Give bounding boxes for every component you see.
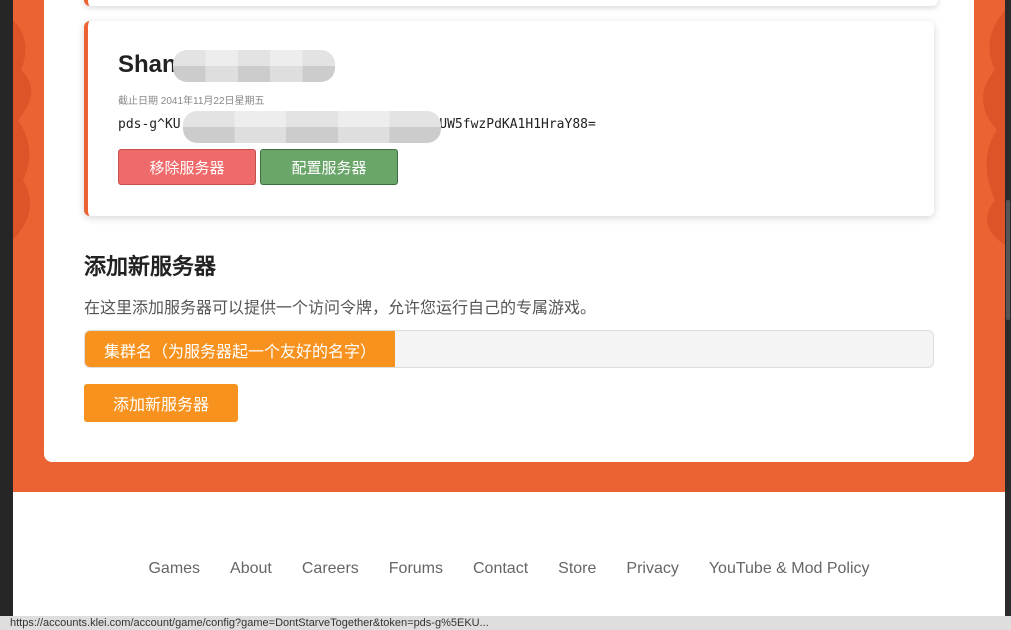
status-bar-url: https://accounts.klei.com/account/game/c… [0,616,1011,630]
add-server-button[interactable]: 添加新服务器 [84,384,238,422]
footer-link-contact[interactable]: Contact [473,560,528,578]
footer-link-careers[interactable]: Careers [302,560,359,578]
remove-server-button[interactable]: 移除服务器 [118,149,256,185]
previous-server-card [84,0,938,6]
redacted-server-name [173,50,335,82]
token-start: pds-g^KU [118,117,181,132]
add-server-description: 在这里添加服务器可以提供一个访问令牌，允许您运行自己的专属游戏。 [84,300,597,317]
footer-link-forums[interactable]: Forums [389,560,443,578]
redacted-token [183,111,441,143]
server-card: Shan 截止日期 2041年11月22日星期五 pds-g^KU mhUW5fw… [84,21,934,216]
token-end: mhUW5fwzPdKA1H1HraY88= [423,117,596,132]
add-server-title: 添加新服务器 [84,254,217,279]
footer-nav: Games About Careers Forums Contact Store… [13,560,1005,578]
cluster-name-input[interactable] [395,331,933,367]
footer-link-about[interactable]: About [230,560,272,578]
server-name: Shan [118,51,177,78]
cluster-name-label: 集群名（为服务器起一个友好的名字） [85,331,395,367]
footer-link-privacy[interactable]: Privacy [626,560,678,578]
configure-server-button[interactable]: 配置服务器 [260,149,398,185]
content-panel: Shan 截止日期 2041年11月22日星期五 pds-g^KU mhUW5fw… [44,0,974,462]
footer-link-store[interactable]: Store [558,560,596,578]
page: Shan 截止日期 2041年11月22日星期五 pds-g^KU mhUW5fw… [13,0,1005,616]
window-left-edge [0,0,13,630]
scrollbar-thumb[interactable] [1006,200,1010,320]
expiry-date: 截止日期 2041年11月22日星期五 [118,96,265,107]
footer-link-games[interactable]: Games [148,560,200,578]
cluster-name-field: 集群名（为服务器起一个友好的名字） [84,330,934,368]
footer-link-youtube-mod-policy[interactable]: YouTube & Mod Policy [709,560,870,578]
